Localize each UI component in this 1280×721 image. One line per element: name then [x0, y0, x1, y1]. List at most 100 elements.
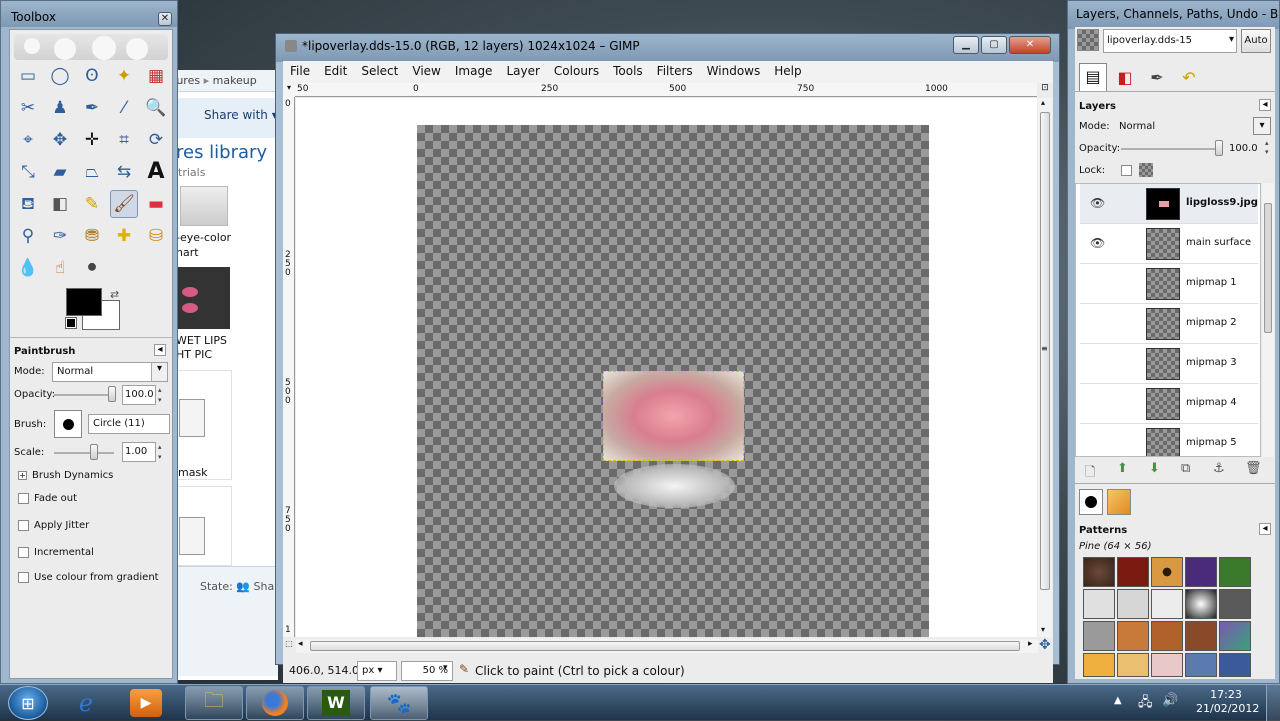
lock-alpha-icon[interactable]: [1139, 163, 1153, 177]
layer-row[interactable]: mipmap 2: [1080, 304, 1258, 344]
image-select[interactable]: lipoverlay.dds-15 ▾: [1103, 29, 1237, 53]
mode-select[interactable]: Normal ▾: [52, 362, 168, 382]
maximize-button[interactable]: ▢: [981, 36, 1007, 54]
pattern-swatch[interactable]: [1151, 589, 1183, 619]
gimp-app-icon[interactable]: [285, 40, 297, 52]
breadcrumb-makeup[interactable]: makeup: [213, 74, 257, 87]
ruler-origin-icon[interactable]: ▾: [283, 83, 295, 97]
share-with-button[interactable]: Share with: [204, 108, 268, 122]
swap-colors-icon[interactable]: ⇄: [110, 288, 119, 301]
trash-icon[interactable]: 🗑: [1245, 461, 1262, 476]
fade-out-checkbox[interactable]: [18, 493, 29, 504]
horizontal-scrollbar[interactable]: ◂ ▸: [296, 639, 1038, 653]
pattern-swatch[interactable]: [1151, 557, 1183, 587]
close-icon[interactable]: ✕: [158, 12, 172, 26]
free-select-icon[interactable]: ʘ: [78, 62, 106, 90]
menu-filters[interactable]: Filters: [657, 64, 693, 80]
layer-row[interactable]: mipmap 1: [1080, 264, 1258, 304]
lock-pixels-checkbox[interactable]: [1121, 165, 1132, 176]
wilber-drop-area[interactable]: [14, 34, 168, 60]
tab-patterns[interactable]: [1107, 489, 1131, 515]
pattern-swatch[interactable]: [1219, 557, 1251, 587]
pattern-swatch[interactable]: [1117, 621, 1149, 651]
vertical-scrollbar[interactable]: ≡ ▴ ▾: [1038, 98, 1052, 637]
pattern-swatch[interactable]: [1117, 653, 1149, 677]
lipgloss-layer[interactable]: [603, 371, 744, 461]
crop-icon[interactable]: ⌗: [110, 126, 138, 154]
scroll-up-icon[interactable]: ▴: [1041, 98, 1045, 107]
tab-layers[interactable]: ▤: [1079, 63, 1107, 91]
horizontal-scroll-thumb[interactable]: [310, 641, 1020, 651]
layer-row[interactable]: 👁 main surface: [1080, 224, 1258, 264]
layer-row[interactable]: mipmap 5: [1080, 424, 1258, 456]
ellipse-select-icon[interactable]: ◯: [46, 62, 74, 90]
opacity-field[interactable]: 100.0: [122, 385, 156, 405]
bucket-fill-icon[interactable]: ⛾: [14, 190, 42, 218]
menu-layer[interactable]: Layer: [506, 64, 539, 80]
foreground-color-swatch[interactable]: [66, 288, 102, 316]
layer-name[interactable]: mipmap 2: [1186, 317, 1237, 328]
layer-row[interactable]: mipmap 3: [1080, 344, 1258, 384]
eraser-icon[interactable]: ▬: [142, 190, 170, 218]
horizontal-ruler[interactable]: 50 0 250 500 750 1000: [295, 83, 1037, 97]
minimize-button[interactable]: ▁: [953, 36, 979, 54]
pattern-swatch[interactable]: [1185, 653, 1217, 677]
eye-icon[interactable]: 👁: [1090, 196, 1105, 210]
eye-icon[interactable]: 👁: [1090, 236, 1105, 250]
opacity-slider-handle[interactable]: [108, 386, 116, 402]
text-icon[interactable]: A: [142, 158, 170, 186]
layer-list-scrollbar[interactable]: [1262, 183, 1274, 457]
layer-name[interactable]: main surface: [1186, 237, 1251, 248]
tab-channels[interactable]: ◧: [1111, 65, 1139, 91]
menu-help[interactable]: Help: [774, 64, 801, 80]
file-thumb-eye-chart[interactable]: [180, 186, 228, 226]
media-player-icon[interactable]: ▶: [130, 689, 162, 717]
perspective-clone-icon[interactable]: ⛁: [142, 222, 170, 250]
pattern-swatch[interactable]: [1117, 589, 1149, 619]
tab-undo[interactable]: ↶: [1175, 65, 1203, 91]
align-icon[interactable]: ✛: [78, 126, 106, 154]
auto-button[interactable]: Auto: [1241, 29, 1271, 53]
internet-explorer-icon[interactable]: ℯ: [66, 687, 106, 719]
wps-task[interactable]: W: [307, 686, 365, 720]
layer-name[interactable]: mipmap 5: [1186, 437, 1237, 448]
scale-icon[interactable]: ⤡: [14, 158, 42, 186]
pattern-swatch[interactable]: [1151, 653, 1183, 677]
opacity-spin-icon[interactable]: ▴ ▾: [158, 385, 162, 405]
tab-paths[interactable]: ✒: [1143, 65, 1171, 91]
layer-list-scroll-thumb[interactable]: [1264, 203, 1272, 333]
pattern-swatch[interactable]: [1083, 557, 1115, 587]
dock-titlebar[interactable]: Layers, Channels, Paths, Undo - B...: [1068, 1, 1279, 29]
heal-icon[interactable]: ✚: [110, 222, 138, 250]
blur-icon[interactable]: 💧: [14, 254, 42, 282]
opacity-slider-track[interactable]: [54, 394, 114, 396]
zoom-to-fit-icon[interactable]: ⊡: [1039, 83, 1051, 97]
layer-name[interactable]: mipmap 3: [1186, 357, 1237, 368]
scale-slider-handle[interactable]: [90, 444, 98, 460]
file-tile-mask[interactable]: [174, 370, 232, 480]
layer-name[interactable]: mipmap 1: [1186, 277, 1237, 288]
pattern-swatch[interactable]: [1185, 621, 1217, 651]
layer-row[interactable]: 👁 lipgloss9.jpg: [1080, 184, 1258, 224]
expander-plus-icon[interactable]: +: [18, 471, 27, 480]
volume-icon[interactable]: 🔊: [1162, 693, 1178, 708]
vertical-ruler[interactable]: 0 2 5 0 5 0 0 7 5 0 1: [283, 97, 295, 637]
rotate-icon[interactable]: ⟳: [142, 126, 170, 154]
pattern-swatch[interactable]: [1219, 589, 1251, 619]
raise-layer-icon[interactable]: ⬆: [1117, 461, 1128, 476]
layer-opacity-value[interactable]: 100.0: [1229, 143, 1258, 154]
gimp-task[interactable]: 🐾: [370, 686, 428, 720]
layer-name[interactable]: mipmap 4: [1186, 397, 1237, 408]
shear-icon[interactable]: ▰: [46, 158, 74, 186]
new-layer-icon[interactable]: 🗋: [1085, 463, 1095, 485]
pattern-swatch[interactable]: [1219, 653, 1251, 677]
brush-dynamics-label[interactable]: Brush Dynamics: [32, 470, 113, 481]
tab-brushes[interactable]: [1079, 489, 1103, 515]
menu-edit[interactable]: Edit: [324, 64, 347, 80]
quick-mask-icon[interactable]: ⬚: [283, 639, 295, 653]
brush-preview[interactable]: [54, 410, 82, 438]
blend-icon[interactable]: ◧: [46, 190, 74, 218]
anchor-icon[interactable]: ⚓: [1213, 461, 1225, 476]
clone-icon[interactable]: ⛃: [78, 222, 106, 250]
chevron-down-icon[interactable]: ▾: [443, 663, 448, 673]
